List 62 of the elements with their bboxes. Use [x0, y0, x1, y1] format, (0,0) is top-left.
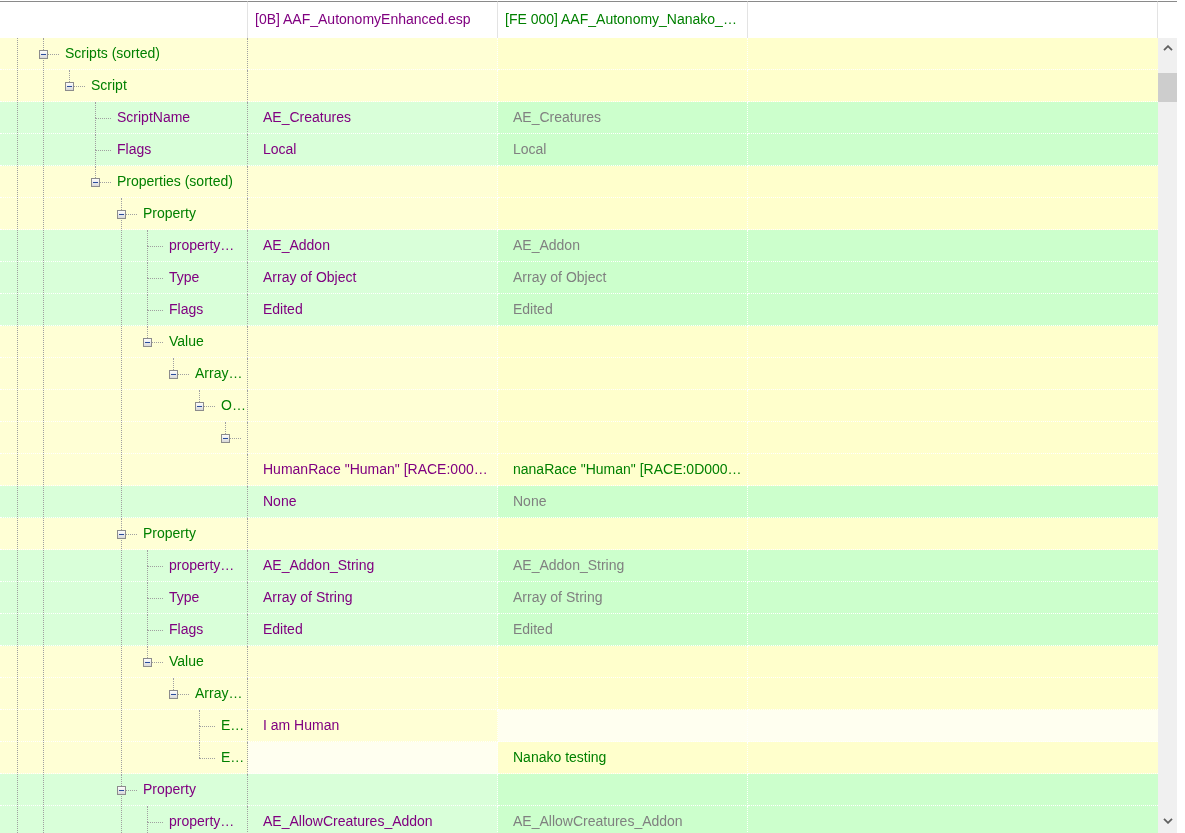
- minus-box-icon[interactable]: [195, 402, 204, 411]
- table-cell: I am Human: [248, 710, 498, 742]
- table-cell: AE_Addon: [498, 230, 748, 262]
- table-cell: Edited: [248, 614, 498, 646]
- minus-box-icon[interactable]: [143, 658, 152, 667]
- tree-item[interactable]: Property: [143, 518, 196, 549]
- minus-box-icon[interactable]: [65, 82, 74, 91]
- minus-box-icon[interactable]: [221, 434, 230, 443]
- table-cell: Array of String: [498, 582, 748, 614]
- table-cell: AE_Addon_String: [248, 550, 498, 582]
- tree-item[interactable]: Value: [169, 646, 204, 677]
- table-cell: AE_Creatures: [248, 102, 498, 134]
- chevron-up-icon[interactable]: [1162, 45, 1173, 51]
- table-cell: Local: [498, 134, 748, 166]
- tree-item[interactable]: E…: [221, 710, 245, 741]
- table-cell: Edited: [248, 294, 498, 326]
- tree-item[interactable]: Value: [169, 326, 204, 357]
- table-cell: Local: [248, 134, 498, 166]
- minus-box-icon[interactable]: [169, 370, 178, 379]
- table-cell: Nanako testing: [498, 742, 748, 774]
- tree-item[interactable]: E…: [221, 742, 245, 773]
- minus-box-icon[interactable]: [117, 530, 126, 539]
- tree-item[interactable]: property…: [169, 806, 235, 833]
- tree-item[interactable]: Property: [143, 774, 196, 805]
- tree-item[interactable]: Property: [143, 198, 196, 229]
- tree-item[interactable]: property…: [169, 230, 235, 261]
- chevron-down-icon[interactable]: [1162, 818, 1173, 824]
- table-cell: AE_AllowCreatures_Addon: [248, 806, 498, 833]
- tree-item[interactable]: Flags: [169, 294, 204, 325]
- minus-box-icon[interactable]: [39, 50, 48, 59]
- table-cell: AE_Addon: [248, 230, 498, 262]
- tree-item[interactable]: property…: [169, 550, 235, 581]
- tree-item[interactable]: Script: [91, 70, 127, 101]
- table-cell: Array of Object: [498, 262, 748, 294]
- tree-item[interactable]: Array…: [195, 678, 243, 709]
- scrollbar[interactable]: [1158, 38, 1177, 833]
- minus-box-icon[interactable]: [143, 338, 152, 347]
- table-cell: Array of Object: [248, 262, 498, 294]
- minus-box-icon[interactable]: [117, 786, 126, 795]
- tree-item[interactable]: Type: [169, 262, 200, 293]
- table-cell: AE_Creatures: [498, 102, 748, 134]
- table-cell: None: [498, 486, 748, 518]
- table-cell: None: [248, 486, 498, 518]
- table-cell: Edited: [498, 294, 748, 326]
- tree-item[interactable]: Array…: [195, 358, 243, 389]
- minus-box-icon[interactable]: [117, 210, 126, 219]
- tree-item[interactable]: ScriptName: [117, 102, 191, 133]
- tree-item[interactable]: Flags: [169, 614, 204, 645]
- table-cell: Array of String: [248, 582, 498, 614]
- tree-item[interactable]: O…: [221, 390, 246, 421]
- table-cell: AE_Addon_String: [498, 550, 748, 582]
- table-cell: AE_AllowCreatures_Addon: [498, 806, 748, 833]
- table-cell: HumanRace "Human" [RACE:000…: [248, 454, 498, 486]
- table-cell: Edited: [498, 614, 748, 646]
- tree-item[interactable]: Type: [169, 582, 200, 613]
- minus-box-icon[interactable]: [169, 690, 178, 699]
- tree-item[interactable]: Flags: [117, 134, 152, 165]
- scrollbar-thumb[interactable]: [1158, 73, 1177, 102]
- tree-item[interactable]: Properties (sorted): [117, 166, 233, 197]
- table-cell: nanaRace "Human" [RACE:0D000…: [498, 454, 748, 486]
- minus-box-icon[interactable]: [91, 178, 100, 187]
- tree-item[interactable]: Scripts (sorted): [65, 38, 160, 69]
